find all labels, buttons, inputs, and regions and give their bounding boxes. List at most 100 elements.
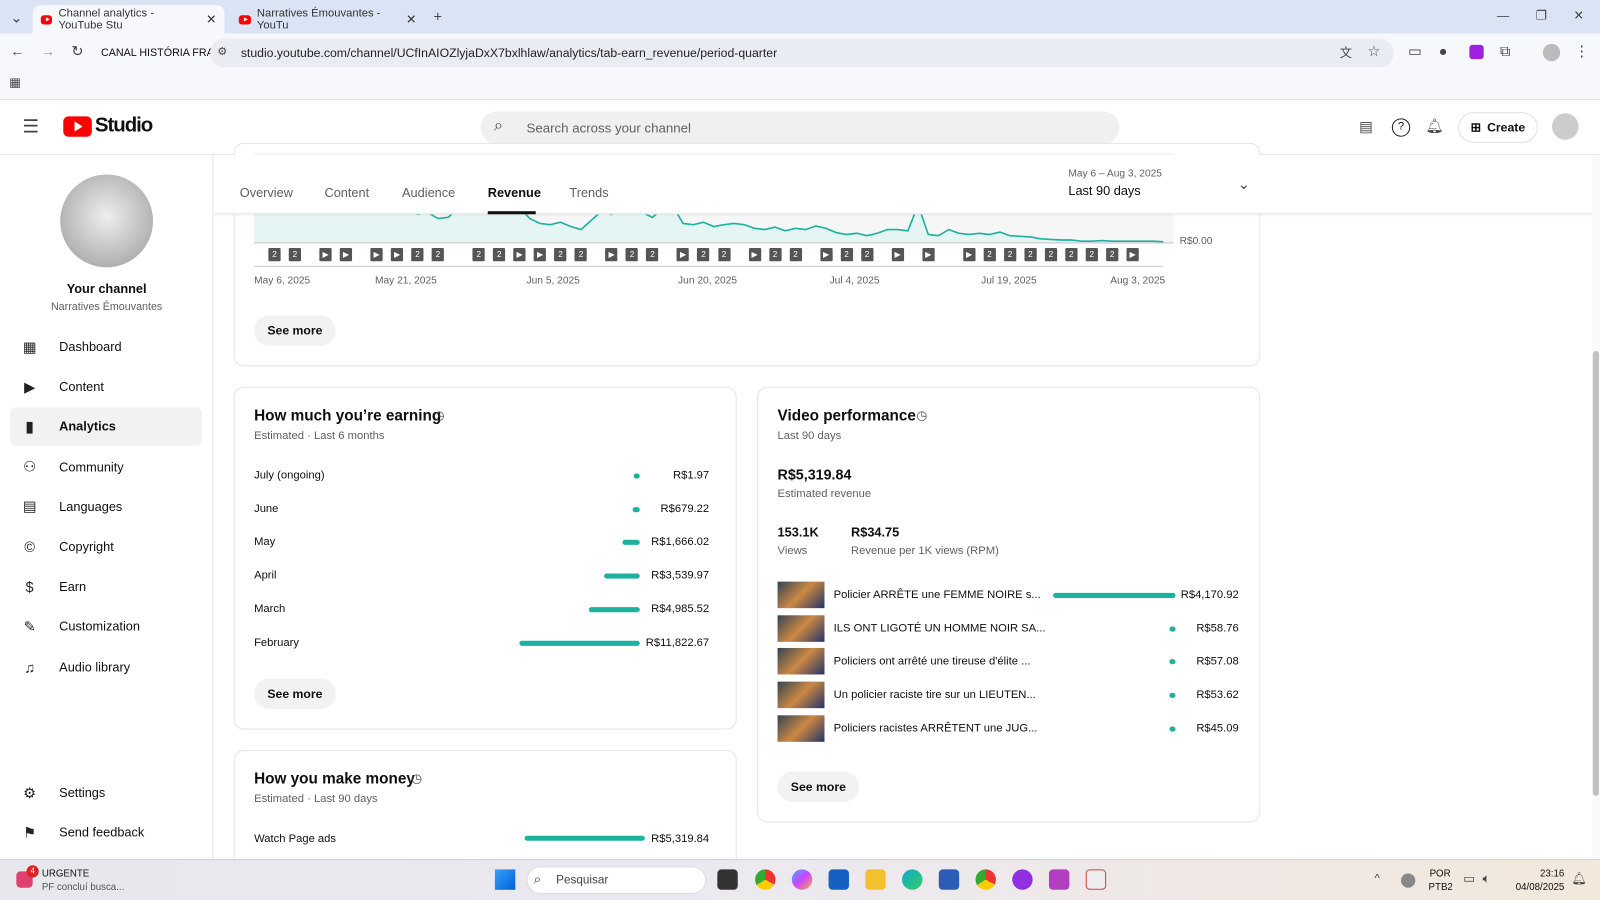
site-info-icon[interactable]: ⚙ [217,45,227,58]
multiple-videos-marker[interactable]: 2 [493,247,506,262]
video-title[interactable]: Policiers racistes ARRÊTENT une JUG... [834,722,1038,734]
studio-logo-text[interactable]: Studio [95,114,153,137]
multiple-videos-marker[interactable]: 2 [411,247,424,262]
multiple-videos-marker[interactable]: 2 [983,247,996,262]
video-published-marker[interactable]: ▶ [963,247,976,262]
hamburger-menu-icon[interactable]: ☰ [22,116,38,137]
multiple-videos-marker[interactable]: 2 [697,247,710,262]
multiple-videos-marker[interactable]: 2 [840,247,853,262]
multiple-videos-marker[interactable]: 2 [1024,247,1037,262]
video-published-marker[interactable]: ▶ [677,247,690,262]
close-window-icon[interactable]: ✕ [1573,8,1583,22]
profile-avatar[interactable] [1542,43,1561,62]
video-published-marker[interactable]: ▶ [748,247,761,262]
multiple-videos-marker[interactable]: 2 [1065,247,1078,262]
feedback-icon[interactable]: ▤ [1359,118,1373,135]
date-range-label[interactable]: Last 90 days [1068,184,1140,198]
create-button[interactable]: ⊞ Create [1458,112,1538,143]
profile-label[interactable]: CANAL HISTÓRIA FRA [101,47,214,59]
multiple-videos-marker[interactable]: 2 [625,247,639,262]
video-title[interactable]: ILS ONT LIGOTÉ UN HOMME NOIR SA... [834,622,1046,634]
multiple-videos-marker[interactable]: 2 [1085,247,1098,262]
store-icon[interactable] [828,869,849,890]
canal-app-icon[interactable] [1048,869,1070,890]
keyboard-layout-indicator[interactable]: PTB2 [1429,882,1453,893]
reload-icon[interactable]: ↻ [71,43,83,60]
see-more-earning-button[interactable]: See more [254,678,336,710]
restore-icon[interactable]: ❐ [1536,8,1547,22]
news-subtitle[interactable]: PF concluí busca... [42,882,124,893]
multiple-videos-marker[interactable]: 2 [574,247,588,262]
forward-icon[interactable]: → [41,43,55,59]
video-published-marker[interactable]: ▶ [605,247,618,262]
close-tab-icon[interactable]: ✕ [406,12,416,26]
account-avatar[interactable] [1552,113,1579,140]
chrome-profile-icon[interactable] [975,869,996,890]
video-published-marker[interactable]: ▶ [513,247,526,262]
see-more-chart-button[interactable]: See more [254,315,336,346]
tab-audience[interactable]: Audience [402,186,455,200]
date-range-dates[interactable]: May 6 – Aug 3, 2025 [1068,168,1162,179]
menu-kebab-icon[interactable]: ⋮ [1574,43,1588,60]
app-d-icon[interactable] [1012,869,1033,890]
search-icon[interactable]: ⌕ [494,117,503,135]
info-clock-icon[interactable]: ◷ [916,408,927,422]
date-range-dropdown-icon[interactable]: ⌄ [1238,176,1250,193]
video-published-marker[interactable]: ▶ [820,247,833,262]
language-indicator[interactable]: POR [1430,868,1451,879]
edge-icon[interactable] [902,869,923,890]
sidebar-item-send-feedback[interactable]: ⚑ Send feedback [10,813,202,852]
snipping-tool-icon[interactable] [1085,869,1107,890]
info-clock-icon[interactable]: ◷ [434,408,445,422]
multiple-videos-marker[interactable]: 2 [1044,247,1058,262]
multiple-videos-marker[interactable]: 2 [472,247,485,262]
chrome-icon[interactable] [755,869,776,890]
multiple-videos-marker[interactable]: 2 [768,247,782,262]
extension-d-icon[interactable] [1469,44,1484,60]
volume-icon[interactable]: 🔈︎ [1483,871,1490,886]
url-bar[interactable]: studio.youtube.com/channel/UCfInAIOZlyja… [210,38,1394,68]
see-more-videos-button[interactable]: See more [777,771,860,803]
video-published-marker[interactable]: ▶ [319,247,332,262]
network-icon[interactable]: ▭ [1463,871,1475,885]
multiple-videos-marker[interactable]: 2 [1106,247,1119,262]
tab-overview[interactable]: Overview [240,186,293,200]
info-clock-icon[interactable]: ◷ [411,771,422,785]
sidebar-item-audio-library[interactable]: ♫ Audio library [10,648,202,687]
minimize-icon[interactable]: — [1497,8,1509,22]
video-thumbnail[interactable] [777,614,825,642]
multiple-videos-marker[interactable]: 2 [646,247,659,262]
video-published-marker[interactable]: ▶ [891,247,904,262]
video-published-marker[interactable]: ▶ [533,247,547,262]
cookie-extension-icon[interactable]: ● [1439,43,1448,59]
tray-chevron-icon[interactable]: ^ [1374,872,1379,884]
multiple-videos-marker[interactable]: 2 [431,247,445,262]
video-title[interactable]: Policiers ont arrêté une tireuse d'élite… [834,655,1031,667]
sidebar-item-settings[interactable]: ⚙ Settings [10,773,202,812]
video-thumbnail[interactable] [777,681,825,709]
tab-search-icon[interactable]: ⌄ [8,9,24,26]
multiple-videos-marker[interactable]: 2 [268,247,281,262]
close-tab-icon[interactable]: ✕ [206,12,216,26]
tab-revenue[interactable]: Revenue [488,186,541,200]
sidebar-item-analytics[interactable]: ▮ Analytics [10,407,203,447]
video-title[interactable]: Policier ARRÊTE une FEMME NOIRE s... [834,589,1041,601]
tray-app-icon[interactable] [1401,873,1416,888]
copilot-icon[interactable] [791,869,813,890]
video-thumbnail[interactable] [777,715,825,742]
news-title[interactable]: URGENTE [42,868,89,879]
sidebar-item-languages[interactable]: ▤ Languages [10,488,202,527]
notifications-bell-icon[interactable]: 🔔︎ [1425,117,1443,134]
video-title[interactable]: Un policier raciste tire sur un LIEUTEN.… [834,689,1036,701]
search-input[interactable]: Search across your channel [480,111,1120,144]
browser-tab-channel[interactable]: Narratives Émouvantes - YouTu ✕ [231,5,425,34]
extensions-icon[interactable]: ⧉ [1500,43,1510,60]
video-row[interactable]: Policiers ont arrêté une tireuse d'élite… [777,648,1239,675]
browser-tab-analytics[interactable]: Channel analytics - YouTube Stu ✕ [32,5,225,34]
notification-center-icon[interactable]: 🔔︎ [1571,871,1587,885]
multiple-videos-marker[interactable]: 2 [789,247,802,262]
video-thumbnail[interactable] [777,581,825,609]
sidebar-item-customization[interactable]: ✎ Customization [10,608,202,647]
video-published-marker[interactable]: ▶ [922,247,935,262]
youtube-logo-icon[interactable] [63,116,92,137]
